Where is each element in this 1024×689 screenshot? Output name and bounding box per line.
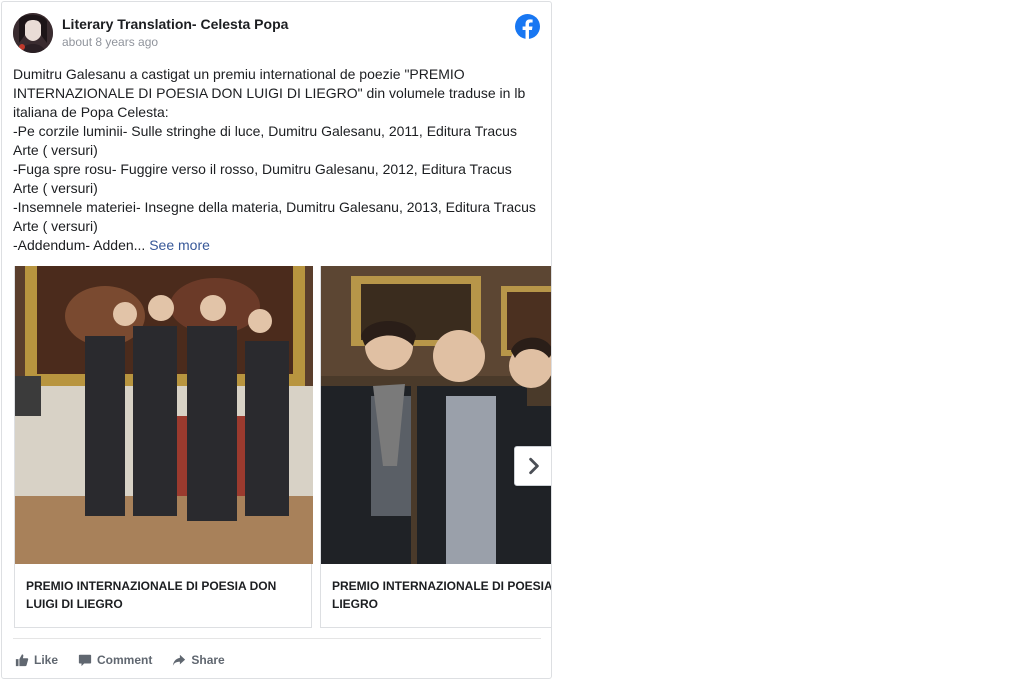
carousel-card[interactable]: PREMIO INTERNAZIONALE DI POESIA DON LUIG… <box>14 266 313 628</box>
chevron-right-icon <box>528 457 539 475</box>
post-actions: Like Comment Share <box>15 650 245 670</box>
card-caption[interactable]: PREMIO INTERNAZIONALE DI POESIA DON LUIG… <box>26 577 306 613</box>
share-button[interactable]: Share <box>172 650 225 670</box>
comment-label: Comment <box>97 653 153 667</box>
share-label: Share <box>191 653 225 667</box>
facebook-logo-icon[interactable] <box>515 14 540 39</box>
see-more-link[interactable]: See more <box>149 237 210 253</box>
like-button[interactable]: Like <box>15 650 58 670</box>
comment-icon <box>78 654 92 667</box>
post-text-line: Arte ( versuri) <box>13 180 98 196</box>
post-text-line: -Insemnele materiei- Insegne della mater… <box>13 199 536 215</box>
comment-button[interactable]: Comment <box>78 650 152 670</box>
post-text-line: -Fuga spre rosu- Fuggire verso il rosso,… <box>13 161 512 177</box>
author-avatar[interactable] <box>13 13 53 53</box>
like-label: Like <box>34 653 59 667</box>
post-timestamp[interactable]: about 8 years ago <box>62 35 158 49</box>
post-text-last-line: -Addendum- Adden... See more <box>13 236 543 255</box>
author-name[interactable]: Literary Translation- Celesta Popa <box>62 16 288 32</box>
card-photo[interactable] <box>15 266 313 564</box>
thumbs-up-icon <box>15 654 29 667</box>
facebook-post: Literary Translation- Celesta Popa about… <box>1 1 552 679</box>
card-photo[interactable] <box>321 266 551 564</box>
card-caption[interactable]: PREMIO INTERNAZIONALE DI POESIA LUIGI DI… <box>332 577 551 613</box>
post-text-line: Arte ( versuri) <box>13 142 98 158</box>
share-arrow-icon <box>173 654 186 666</box>
carousel-next-button[interactable] <box>514 446 551 486</box>
post-text-line: Dumitru Galesanu a castigat un premiu in… <box>13 66 465 82</box>
post-text-line: italiana de Popa Celesta: <box>13 104 169 120</box>
post-body: Dumitru Galesanu a castigat un premiu in… <box>13 65 543 255</box>
post-text-line: Arte ( versuri) <box>13 218 98 234</box>
post-text-line: INTERNAZIONALE DI POESIA DON LUIGI DI LI… <box>13 85 526 101</box>
post-text-line: -Pe corzile luminii- Sulle stringhe di l… <box>13 123 517 139</box>
actions-divider <box>13 638 541 639</box>
photo-carousel: PREMIO INTERNAZIONALE DI POESIA DON LUIG… <box>14 266 551 628</box>
truncated-text: -Addendum- Adden... <box>13 237 146 253</box>
